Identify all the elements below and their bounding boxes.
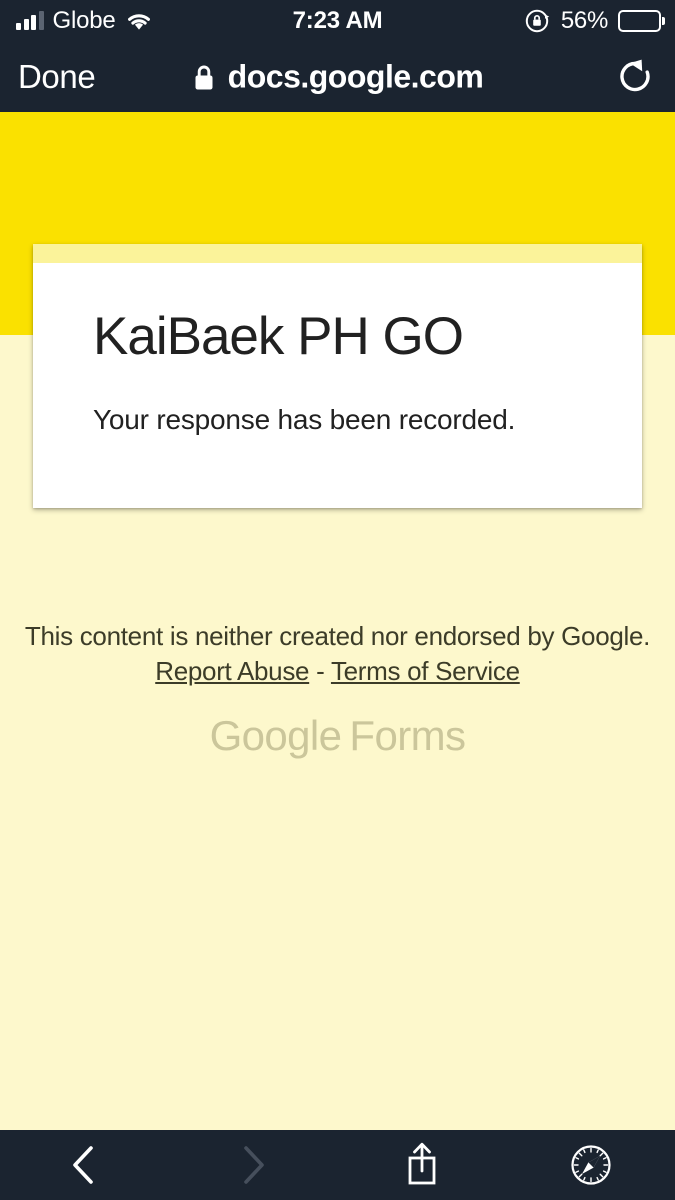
card-accent-strip [33, 244, 642, 263]
form-confirmation-card: KaiBaek PH GO Your response has been rec… [33, 244, 642, 509]
disclaimer-text: This content is neither created nor endo… [24, 621, 651, 651]
safari-compass-icon [571, 1145, 611, 1185]
logo-google-text: Google [209, 712, 342, 759]
reload-button[interactable] [615, 56, 655, 98]
share-button[interactable] [338, 1130, 507, 1200]
url-text: docs.google.com [227, 58, 484, 95]
forward-button[interactable] [169, 1130, 338, 1200]
browser-nav-bar: Done docs.google.com [0, 42, 675, 112]
battery-percent-label: 56% [560, 7, 608, 34]
card-body: KaiBaek PH GO Your response has been rec… [33, 263, 642, 508]
battery-icon [618, 10, 665, 32]
google-forms-logo[interactable]: Google Forms [0, 712, 675, 760]
footer-links: Report Abuse - Terms of Service [0, 657, 675, 685]
share-icon [408, 1142, 436, 1185]
chevron-left-icon [73, 1146, 94, 1184]
chevron-right-icon [244, 1146, 264, 1184]
web-page-content: KaiBaek PH GO Your response has been rec… [0, 112, 675, 1130]
form-title: KaiBaek PH GO [93, 307, 464, 366]
report-abuse-link[interactable]: Report Abuse [155, 656, 309, 686]
reload-icon [620, 59, 650, 92]
status-bar-right: 56% [525, 7, 665, 35]
rotation-lock-icon [525, 9, 550, 33]
form-confirmation-message: Your response has been recorded. [93, 404, 516, 436]
url-bar[interactable]: docs.google.com [0, 59, 675, 96]
browser-bottom-toolbar [0, 1130, 675, 1200]
status-bar: Globe 7:23 AM 56% [0, 0, 675, 42]
tabs-button[interactable] [506, 1130, 675, 1200]
footer-separator: - [309, 656, 331, 687]
terms-of-service-link[interactable]: Terms of Service [331, 656, 520, 686]
back-button[interactable] [0, 1130, 169, 1200]
logo-forms-text: Forms [349, 712, 466, 759]
battery-nub [661, 17, 665, 25]
lock-icon [195, 65, 213, 89]
google-disclaimer: This content is neither created nor endo… [0, 622, 675, 685]
